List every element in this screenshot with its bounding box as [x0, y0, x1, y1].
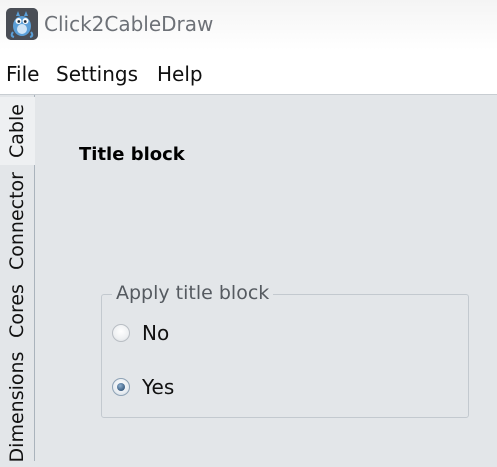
tab-cores-label: Cores	[6, 284, 28, 338]
radio-yes-circle[interactable]	[112, 378, 130, 396]
title-bar: Click2CableDraw	[0, 0, 497, 51]
radio-selected-dot	[117, 383, 125, 391]
radio-yes-label[interactable]: Yes	[142, 375, 174, 399]
tab-dimensions[interactable]: Dimensions	[0, 347, 34, 467]
tab-connector[interactable]: Connector	[0, 167, 34, 275]
tab-dimensions-label: Dimensions	[6, 351, 28, 463]
menu-file[interactable]: File	[6, 62, 39, 86]
tab-cores[interactable]: Cores	[0, 277, 34, 345]
radio-no-circle[interactable]	[112, 324, 130, 342]
tab-connector-label: Connector	[6, 172, 28, 270]
menu-bar: File Settings Help	[0, 50, 497, 95]
menu-settings[interactable]: Settings	[56, 62, 138, 86]
tab-cable-label: Cable	[6, 104, 28, 158]
content-panel: Title block Apply title block No Yes	[35, 95, 497, 461]
menu-help[interactable]: Help	[157, 62, 203, 86]
side-tab-strip: Cable Connector Cores Dimensions	[0, 95, 35, 462]
apply-title-block-group: Apply title block No Yes	[101, 282, 469, 418]
radio-no-label[interactable]: No	[142, 321, 169, 345]
window-title: Click2CableDraw	[44, 12, 214, 36]
tab-cable[interactable]: Cable	[0, 97, 35, 165]
app-logo-icon	[6, 8, 38, 40]
group-legend: Apply title block	[112, 282, 274, 304]
page-title: Title block	[79, 144, 185, 165]
